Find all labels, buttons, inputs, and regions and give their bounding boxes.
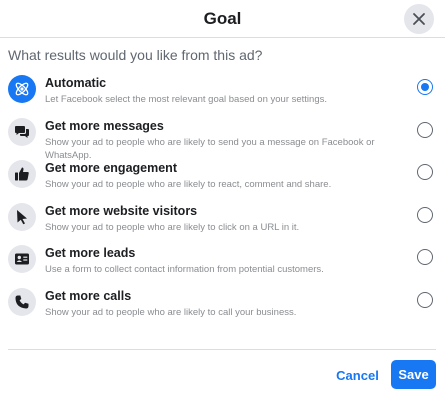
- option-description: Let Facebook select the most relevant go…: [45, 94, 327, 105]
- radio-engagement[interactable]: [417, 164, 433, 181]
- option-title: Automatic: [45, 76, 107, 90]
- dialog-header: Goal: [0, 0, 445, 40]
- thumbs-up-icon: [8, 160, 36, 189]
- radio-messages[interactable]: [417, 121, 433, 138]
- goal-options-list: Automatic Let Facebook select the most r…: [0, 72, 445, 328]
- option-title: Get more website visitors: [45, 203, 198, 218]
- close-icon: [413, 13, 425, 25]
- phone-icon: [8, 287, 36, 316]
- option-calls[interactable]: Get more calls Show your ad to people wh…: [0, 285, 445, 328]
- radio-automatic[interactable]: [417, 79, 433, 95]
- option-website-visitors[interactable]: Get more website visitors Show your ad t…: [0, 200, 445, 243]
- header-divider: [0, 37, 445, 38]
- option-title: Get more leads: [45, 246, 136, 261]
- option-messages[interactable]: Get more messages Show your ad to people…: [0, 115, 445, 161]
- save-button[interactable]: Save: [391, 360, 436, 389]
- option-description: Use a form to collect contact informatio…: [45, 264, 324, 276]
- option-engagement[interactable]: Get more engagement Show your ad to peop…: [0, 157, 445, 200]
- option-description: Show your ad to people who are likely to…: [45, 221, 300, 233]
- option-leads[interactable]: Get more leads Use a form to collect con…: [0, 242, 445, 285]
- option-description: Show your ad to people who are likely to…: [45, 179, 332, 191]
- radio-leads[interactable]: [417, 249, 433, 266]
- cursor-icon: [8, 202, 36, 231]
- close-button[interactable]: [404, 4, 434, 34]
- cancel-button[interactable]: Cancel: [330, 361, 385, 389]
- option-description: Show your ad to people who are likely to…: [45, 306, 297, 318]
- option-title: Get more messages: [45, 118, 164, 133]
- goal-question: What results would you like from this ad…: [8, 47, 263, 63]
- chat-bubbles-icon: [8, 117, 36, 146]
- footer-divider: [8, 349, 436, 350]
- dialog-title: Goal: [203, 9, 242, 28]
- option-title: Get more engagement: [45, 161, 177, 176]
- atom-icon: [8, 75, 36, 103]
- radio-website-visitors[interactable]: [417, 206, 433, 223]
- option-automatic[interactable]: Automatic Let Facebook select the most r…: [0, 72, 445, 115]
- option-title: Get more calls: [45, 288, 132, 303]
- contact-card-icon: [8, 245, 36, 274]
- radio-calls[interactable]: [417, 291, 433, 308]
